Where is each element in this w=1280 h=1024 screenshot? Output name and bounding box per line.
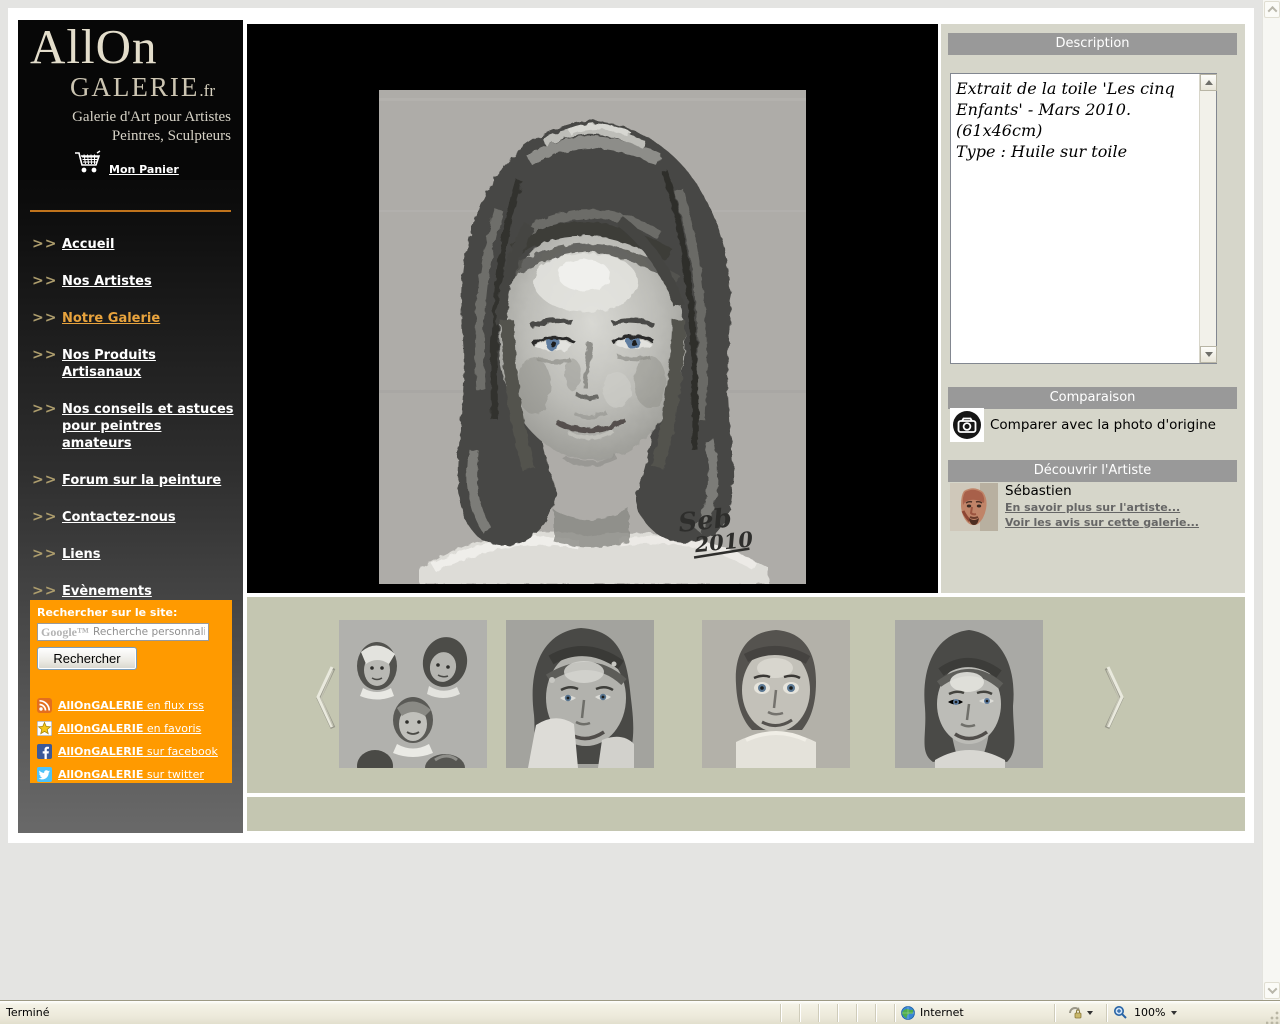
page-content-frame: AllOn GALERIE.fr Galerie d'Art pour Arti… [8,8,1254,843]
thumbnail-artwork-1[interactable] [339,620,487,768]
cart-label: Mon Panier [109,163,179,176]
logo-subtitle: GALERIE.fr [70,72,215,103]
zone-label: Internet [920,1006,964,1019]
chevron-down-icon [1267,984,1277,994]
dropdown-caret-icon [1087,1011,1093,1015]
google-logo: Google™ [41,625,89,640]
thumbnail-artwork-4[interactable] [895,620,1043,768]
site-search-box: Rechercher sur le site: Google™ Recherch… [30,600,232,783]
nav-chevrons: >> [32,401,62,452]
zoom-control[interactable]: 100% [1106,1004,1198,1022]
artist-header: Découvrir l'Artiste [948,460,1237,482]
social-link-twitter[interactable]: AllOnGALERIE sur twitter [37,767,225,782]
comparison-header: Comparaison [948,387,1237,409]
scrollbar-up-button[interactable] [1264,1,1280,18]
nav-item-liens[interactable]: >> Liens [18,546,243,563]
cart-link[interactable]: Mon Panier [73,150,179,176]
thumbnail-carousel [247,597,1245,793]
resize-grip[interactable] [1266,1010,1280,1024]
carousel-prev-arrow[interactable] [313,662,337,734]
sidebar: AllOn GALERIE.fr Galerie d'Art pour Arti… [18,20,243,833]
social-link-facebook[interactable]: AllOnGALERIE sur facebook [37,744,225,759]
thumbnail-artwork-3[interactable] [702,620,850,768]
scroll-up-button[interactable] [1200,74,1217,91]
twitter-icon [37,767,52,782]
right-panel: Description Extrait de la toile 'Les cin… [941,24,1245,593]
compare-photo-link[interactable]: Comparer avec la photo d'origine [950,408,1216,442]
nav-item-contact[interactable]: >> Contactez-nous [18,509,243,526]
zoom-magnifier-icon [1113,1005,1128,1020]
chevron-up-icon [1267,6,1277,16]
nav-chevrons: >> [32,509,62,526]
rss-icon [37,698,52,713]
nav-chevrons: >> [32,236,62,253]
protected-mode-icon [1068,1006,1083,1019]
protected-mode-button[interactable] [1054,1004,1106,1022]
browser-status-bar: Terminé Internet 100% [0,1000,1280,1024]
page-scrollbar[interactable] [1262,0,1280,1000]
artist-more-link[interactable]: En savoir plus sur l'artiste... [1005,500,1199,515]
logo-tld: .fr [199,81,215,100]
nav-item-accueil[interactable]: >> Accueil [18,236,243,253]
artist-name: Sébastien [1005,483,1199,499]
internet-globe-icon [901,1006,915,1020]
social-links: AllOnGALERIE en flux rss AllOnGALERIE en… [37,698,225,782]
artist-avatar [950,483,998,531]
sidebar-divider [30,210,231,212]
social-link-favoris[interactable]: AllOnGALERIE en favoris [37,721,225,736]
camera-icon [950,408,984,442]
social-link-rss[interactable]: AllOnGALERIE en flux rss [37,698,225,713]
artist-block: Sébastien En savoir plus sur l'artiste..… [950,483,1199,531]
nav-item-nos-artistes[interactable]: >> Nos Artistes [18,273,243,290]
nav-chevrons: >> [32,546,62,563]
logo-title: AllOn [30,18,158,75]
description-scrollbar[interactable] [1199,74,1216,363]
carousel-next-arrow[interactable] [1103,662,1127,734]
favorites-star-icon [37,721,52,736]
nav-item-conseils-astuces[interactable]: >> Nos conseils et astuces pour peintres… [18,401,243,452]
description-text: Extrait de la toile 'Les cinq Enfants' -… [956,78,1194,162]
description-header: Description [948,33,1237,55]
status-text: Terminé [0,1004,780,1022]
gallery-reviews-link[interactable]: Voir les avis sur cette galerie... [1005,515,1199,530]
nav-item-forum[interactable]: >> Forum sur la peinture [18,472,243,489]
site-logo[interactable]: AllOn GALERIE.fr Galerie d'Art pour Arti… [18,20,243,180]
nav-item-produits-artisanaux[interactable]: >> Nos Produits Artisanaux [18,347,243,381]
sidebar-nav: >> Accueil >> Nos Artistes >> Notre Gale… [18,236,243,654]
artwork-stage: Seb 2010 [247,24,938,593]
search-button[interactable]: Rechercher [37,647,137,670]
main-artwork-painting: Seb 2010 [379,90,806,584]
scrollbar-down-button[interactable] [1264,982,1280,999]
thumbnail-artwork-2[interactable] [506,620,654,768]
zoom-caret-icon [1171,1011,1177,1015]
description-box: Extrait de la toile 'Les cinq Enfants' -… [950,73,1217,364]
search-placeholder: Recherche personnalisée [93,626,205,638]
nav-chevrons: >> [32,273,62,290]
logo-tagline: Galerie d'Art pour Artistes Peintres, Sc… [18,108,243,146]
cart-icon [73,150,103,176]
nav-chevrons: >> [32,472,62,489]
search-title: Rechercher sur le site: [37,606,225,619]
scroll-down-button[interactable] [1200,346,1217,363]
zoom-level-label: 100% [1134,1006,1165,1019]
nav-item-notre-galerie[interactable]: >> Notre Galerie [18,310,243,327]
footer-strip [247,797,1245,831]
nav-chevrons: >> [32,310,62,327]
nav-chevrons: >> [32,347,62,381]
facebook-icon [37,744,52,759]
search-input[interactable]: Google™ Recherche personnalisée [37,623,209,641]
security-zone-indicator[interactable]: Internet [894,1004,1054,1022]
